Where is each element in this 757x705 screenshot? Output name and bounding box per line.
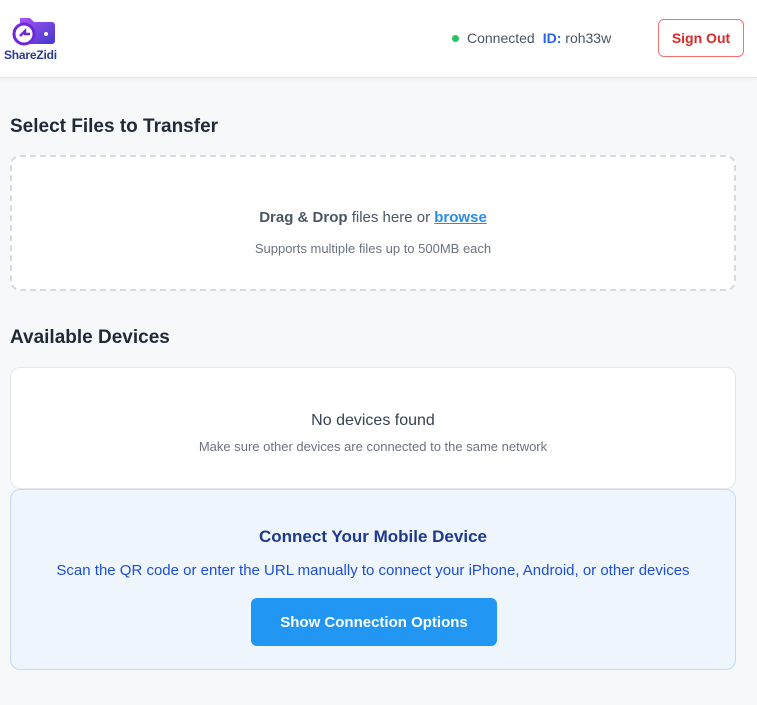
sharezidi-logo[interactable]: ShareZidi [4,12,64,64]
sign-out-button[interactable]: Sign Out [658,19,744,57]
top-header: ShareZidi Connected ID: roh33w Sign Out [0,0,757,78]
connection-status: Connected ID: roh33w [452,30,611,46]
status-dot-icon [452,34,459,42]
mobile-connect-panel: Connect Your Mobile Device Scan the QR c… [10,489,736,670]
upload-section-title: Select Files to Transfer [10,116,219,137]
drop-subtext: Supports multiple files up to 500MB each [254,241,492,256]
logo-text: ShareZidi [4,48,57,62]
device-id: ID: roh33w [543,30,611,46]
file-dropzone[interactable]: Drag & Drop files here or browse Support… [10,155,736,291]
drop-instruction: Drag & Drop files here or browse [12,209,734,226]
devices-section-title: Available Devices [10,327,170,348]
folder-share-icon [12,18,55,46]
mobile-connect-title: Connect Your Mobile Device [259,527,487,546]
mobile-connect-subtitle: Scan the QR code or enter the URL manual… [56,562,690,579]
no-devices-title: No devices found [311,412,435,429]
show-connection-options-button[interactable]: Show Connection Options [251,598,497,646]
drop-bold-text: Drag & Drop [259,209,348,226]
status-label: Connected [467,30,535,46]
drop-text: files here or [347,209,435,226]
no-devices-subtext: Make sure other devices are connected to… [198,439,548,454]
browse-link[interactable]: browse [434,209,487,226]
id-label: ID: [542,30,562,46]
id-value: roh33w [565,30,612,46]
devices-list: No devices found Make sure other devices… [10,367,736,489]
